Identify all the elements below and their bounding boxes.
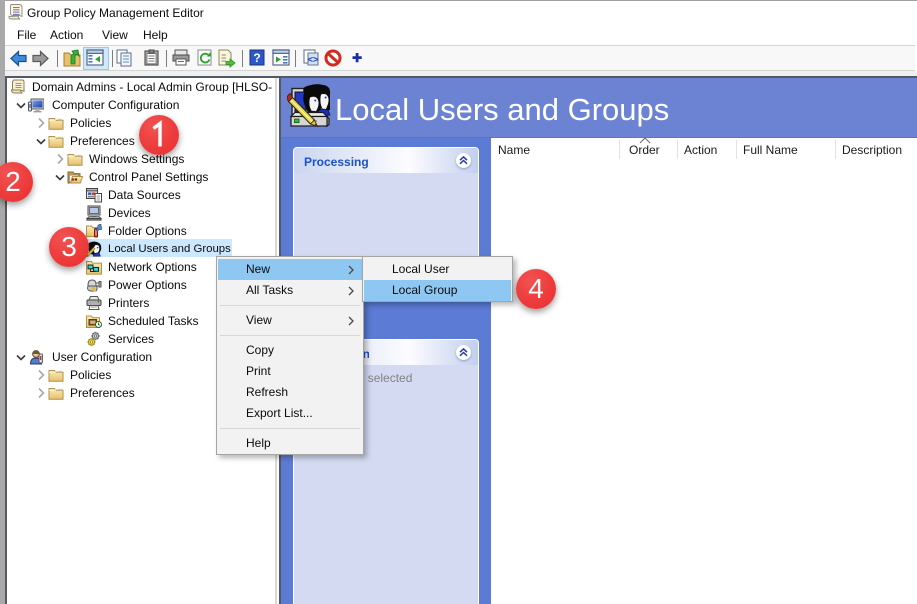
svg-text:?: ? (253, 51, 260, 65)
svg-text:<>: <> (308, 55, 319, 65)
